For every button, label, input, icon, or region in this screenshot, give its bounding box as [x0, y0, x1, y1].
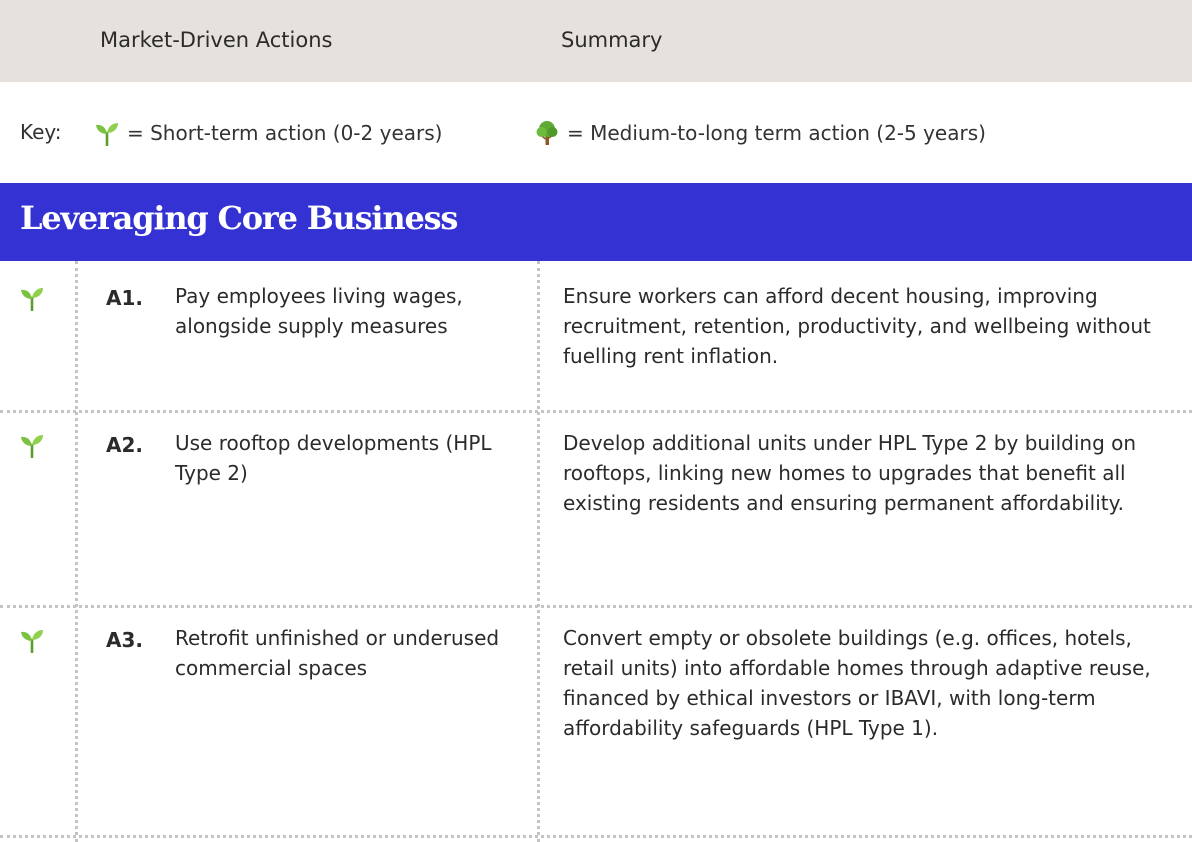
section-banner: Leveraging Core Business: [0, 183, 1192, 261]
row-divider: [0, 835, 1192, 838]
action-code: A1.: [106, 286, 143, 310]
action-title: Retrofit unfinished or underused commerc…: [175, 626, 500, 680]
seedling-icon: [96, 123, 118, 146]
action-summary: Convert empty or obsolete buildings (e.g…: [563, 626, 1151, 740]
seedling-icon: [21, 288, 43, 311]
action-code: A2.: [106, 433, 143, 457]
seedling-icon: [21, 435, 43, 458]
seedling-icon: [21, 630, 43, 653]
table-header: Market-Driven Actions Summary: [0, 0, 1192, 82]
table-row: A1. Pay employees living wages, alongsid…: [0, 261, 1192, 411]
table-row: A2. Use rooftop developments (HPL Type 2…: [0, 413, 1192, 606]
action-summary: Ensure workers can afford decent housing…: [563, 284, 1151, 368]
summary-column-header: Summary: [561, 28, 663, 52]
action-summary: Develop additional units under HPL Type …: [563, 431, 1137, 515]
key-label: Key:: [20, 120, 62, 144]
key-short-term: = Short-term action (0-2 years): [95, 120, 442, 146]
legend-key: Key: = Short-term action (0-2 years) = M…: [20, 120, 1180, 150]
key-short-term-label: = Short-term action (0-2 years): [127, 121, 443, 145]
action-title: Use rooftop developments (HPL Type 2): [175, 431, 492, 485]
action-title: Pay employees living wages, alongside su…: [175, 284, 463, 338]
action-code: A3.: [106, 628, 143, 652]
tree-icon: [536, 121, 558, 145]
actions-column-header: Market-Driven Actions: [100, 28, 333, 52]
section-title: Leveraging Core Business: [20, 199, 458, 237]
key-medium-term: = Medium-to-long term action (2-5 years): [535, 120, 986, 146]
key-medium-term-label: = Medium-to-long term action (2-5 years): [567, 121, 986, 145]
table-row: A3. Retrofit unfinished or underused com…: [0, 608, 1192, 836]
document-page: Market-Driven Actions Summary Key: = Sho…: [0, 0, 1192, 842]
